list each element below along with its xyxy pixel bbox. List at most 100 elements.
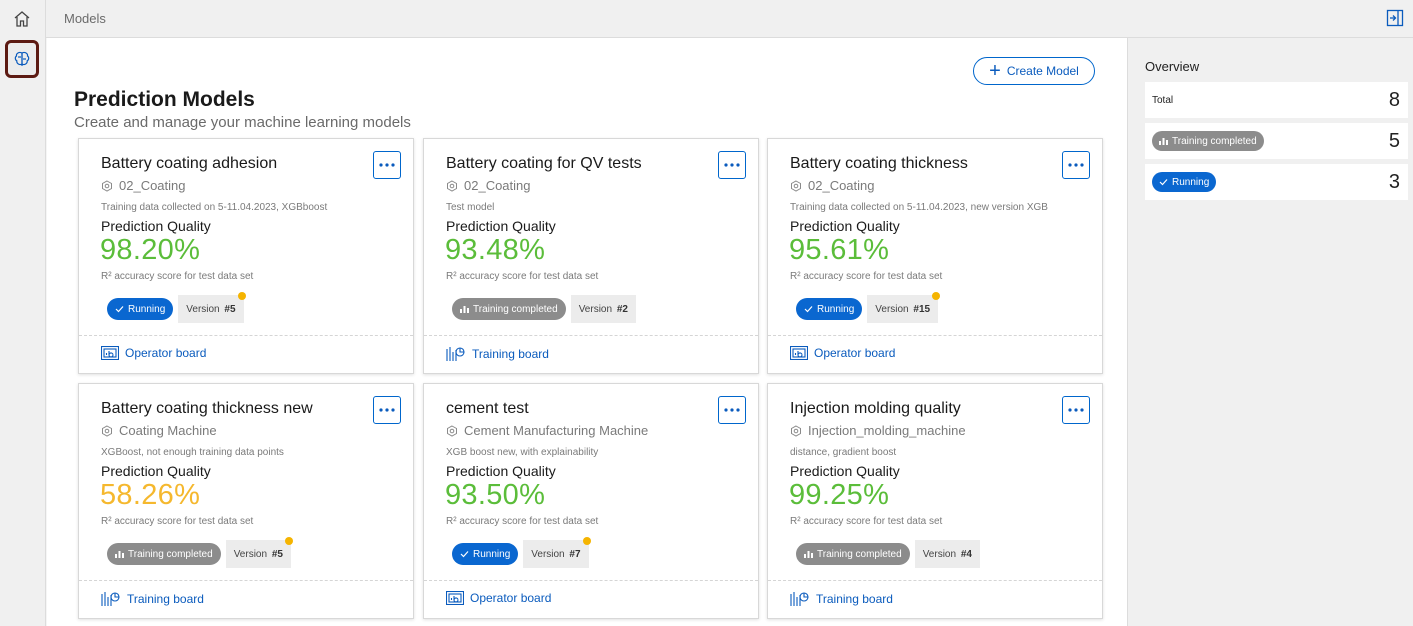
overview-total-row[interactable]: Total 8 (1145, 82, 1408, 118)
model-card[interactable]: Battery coating for QV tests 02_Coating … (423, 138, 759, 374)
board-link-label: Training board (472, 347, 549, 361)
board-link-label: Operator board (814, 346, 896, 360)
prediction-score: 99.25% (789, 479, 890, 511)
model-description: Test model (446, 202, 495, 213)
overview-total-label: Total (1152, 94, 1174, 106)
more-options-icon (724, 163, 740, 167)
status-badges: Training completed Version #2 (452, 295, 636, 323)
r2-caption: R² accuracy score for test data set (446, 516, 599, 527)
running-badge: Running (107, 298, 174, 320)
more-options-button[interactable] (718, 151, 746, 179)
prediction-quality-label: Prediction Quality (446, 463, 556, 479)
plus-icon: + (989, 60, 1001, 82)
running-label: Running (1172, 176, 1210, 188)
model-card[interactable]: Battery coating thickness new Coating Ma… (78, 383, 414, 619)
operator-board-link[interactable]: Operator board (101, 346, 206, 360)
training-board-link[interactable]: Training board (101, 591, 204, 607)
version-prefix: Version (578, 303, 613, 315)
more-options-icon (379, 408, 395, 412)
status-label: Running (128, 303, 166, 315)
r2-caption: R² accuracy score for test data set (790, 271, 943, 282)
overview-title: Overview (1145, 59, 1200, 74)
prediction-score: 93.48% (445, 234, 546, 266)
machine-icon (447, 179, 457, 192)
model-description: Training data collected on 5-11.04.2023,… (790, 202, 1048, 213)
prediction-quality-label: Prediction Quality (101, 218, 211, 234)
operator-board-icon (790, 346, 808, 360)
model-title: Battery coating for QV tests (446, 155, 642, 172)
left-sidebar (0, 0, 46, 626)
home-nav-button[interactable] (5, 2, 39, 36)
model-card[interactable]: Injection molding quality Injection_mold… (767, 383, 1103, 619)
bar-chart-icon (804, 551, 813, 558)
machine-name: Cement Manufacturing Machine (446, 423, 648, 438)
card-divider (768, 335, 1102, 336)
training-completed-badge: Training completed (107, 543, 221, 565)
operator-board-icon (446, 591, 464, 605)
card-divider (79, 335, 413, 336)
status-badges: Running Version #15 (796, 292, 941, 323)
card-divider (424, 580, 758, 581)
models-nav-button[interactable] (5, 40, 39, 78)
bar-chart-icon (1159, 138, 1168, 145)
card-divider (424, 335, 758, 336)
model-card[interactable]: Battery coating thickness 02_Coating Tra… (767, 138, 1103, 374)
version-prefix: Version (531, 548, 565, 560)
more-options-button[interactable] (1062, 151, 1090, 179)
running-badge: Running (1152, 172, 1217, 192)
machine-icon (791, 424, 801, 437)
operator-board-link[interactable]: Operator board (790, 346, 895, 360)
more-options-button[interactable] (1062, 396, 1090, 424)
check-icon (460, 551, 469, 558)
r2-caption: R² accuracy score for test data set (790, 516, 943, 527)
status-badges: Training completed Version #4 (796, 540, 980, 568)
more-options-button[interactable] (718, 396, 746, 424)
more-options-icon (724, 408, 740, 412)
more-options-icon (379, 163, 395, 167)
breadcrumb: Models (64, 11, 106, 26)
machine-label: Coating Machine (119, 423, 217, 438)
notification-dot (237, 292, 246, 300)
board-link-label: Training board (127, 592, 204, 606)
notification-dot (932, 292, 941, 300)
machine-label: 02_Coating (464, 178, 531, 193)
model-description: Training data collected on 5-11.04.2023,… (101, 202, 328, 213)
version-number: #4 (960, 548, 972, 560)
prediction-score: 93.50% (445, 479, 546, 511)
operator-board-link[interactable]: Operator board (446, 591, 551, 605)
machine-icon (791, 179, 801, 192)
operator-board-icon (101, 346, 119, 360)
model-card[interactable]: cement test Cement Manufacturing Machine… (423, 383, 759, 619)
model-card[interactable]: Battery coating adhesion 02_Coating Trai… (78, 138, 414, 374)
more-options-button[interactable] (373, 151, 401, 179)
more-options-button[interactable] (373, 396, 401, 424)
machine-name: 02_Coating (446, 178, 531, 193)
brain-icon (14, 51, 30, 66)
training-board-icon (446, 347, 465, 361)
version-prefix: Version (875, 303, 909, 315)
training-completed-badge: Training completed (1152, 131, 1264, 151)
collapse-panel-button[interactable] (1385, 8, 1405, 28)
overview-total-count: 8 (1388, 88, 1400, 111)
machine-icon (102, 424, 112, 437)
model-description: XGB boost new, with explainability (446, 447, 599, 458)
training-board-icon (790, 592, 809, 606)
prediction-score: 98.20% (100, 234, 201, 266)
create-model-button[interactable]: + Create Model (973, 57, 1095, 85)
notification-dot (284, 537, 293, 545)
machine-label: Injection_molding_machine (808, 423, 966, 438)
more-options-icon (1068, 163, 1084, 167)
panel-collapse-icon (1386, 9, 1404, 27)
machine-icon (102, 179, 112, 192)
version-number: #2 (616, 303, 628, 315)
training-board-link[interactable]: Training board (446, 346, 549, 362)
status-badges: Running Version #7 (452, 537, 591, 568)
version-badge: Version #15 (867, 292, 941, 323)
overview-training-row[interactable]: Training completed 5 (1145, 123, 1408, 159)
create-model-label: Create Model (1006, 64, 1079, 78)
version-prefix: Version (233, 548, 268, 560)
training-board-link[interactable]: Training board (790, 591, 893, 607)
overview-running-count: 3 (1388, 170, 1400, 193)
overview-running-row[interactable]: Running 3 (1145, 164, 1408, 200)
prediction-quality-label: Prediction Quality (101, 463, 211, 479)
